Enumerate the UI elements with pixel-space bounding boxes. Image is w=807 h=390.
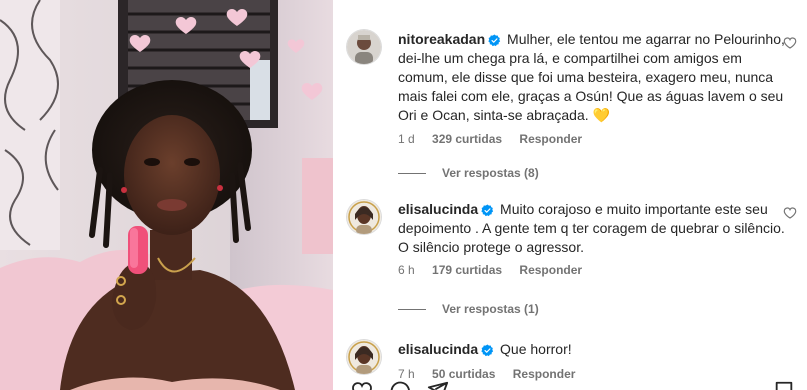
comment-time: 1 d xyxy=(398,132,415,146)
heart-icon[interactable] xyxy=(783,36,797,50)
yellow-heart-emoji: 💛 xyxy=(592,108,610,124)
comment-likes[interactable]: 50 curtidas xyxy=(432,367,495,381)
save-icon[interactable] xyxy=(773,380,795,390)
post-actions xyxy=(333,380,807,390)
share-icon[interactable] xyxy=(427,380,449,390)
comment-username[interactable]: elisalucinda xyxy=(398,341,478,357)
view-replies-button[interactable]: Ver respostas (8) xyxy=(398,166,539,180)
comment-time: 7 h xyxy=(398,367,415,381)
comment-text: Que horror! xyxy=(500,341,572,357)
comment-username[interactable]: elisalucinda xyxy=(398,201,478,217)
avatar[interactable] xyxy=(347,200,381,234)
avatar[interactable] xyxy=(347,30,381,64)
comment-time: 6 h xyxy=(398,263,415,277)
replies-divider xyxy=(398,172,426,174)
view-replies-label[interactable]: Ver respostas (1) xyxy=(442,302,539,316)
comment-username[interactable]: nitoreakadan xyxy=(398,31,485,47)
like-icon[interactable] xyxy=(351,380,373,390)
comment-icon[interactable] xyxy=(389,380,411,390)
avatar[interactable] xyxy=(347,340,381,374)
replies-divider xyxy=(398,308,426,310)
post-media[interactable] xyxy=(0,0,333,390)
post-photo xyxy=(0,0,333,390)
reply-button[interactable]: Responder xyxy=(519,263,582,277)
reply-button[interactable]: Responder xyxy=(519,132,582,146)
verified-badge-icon xyxy=(488,34,501,47)
comment-likes[interactable]: 329 curtidas xyxy=(432,132,502,146)
view-replies-label[interactable]: Ver respostas (8) xyxy=(442,166,539,180)
view-replies-button[interactable]: Ver respostas (1) xyxy=(398,302,539,316)
reply-button[interactable]: Responder xyxy=(513,367,576,381)
heart-icon[interactable] xyxy=(783,206,797,220)
verified-badge-icon xyxy=(481,344,494,357)
comment-likes[interactable]: 179 curtidas xyxy=(432,263,502,277)
verified-badge-icon xyxy=(481,204,494,217)
comments-panel[interactable]: nitoreakadan Mulher, ele tentou me agarr… xyxy=(333,0,807,390)
